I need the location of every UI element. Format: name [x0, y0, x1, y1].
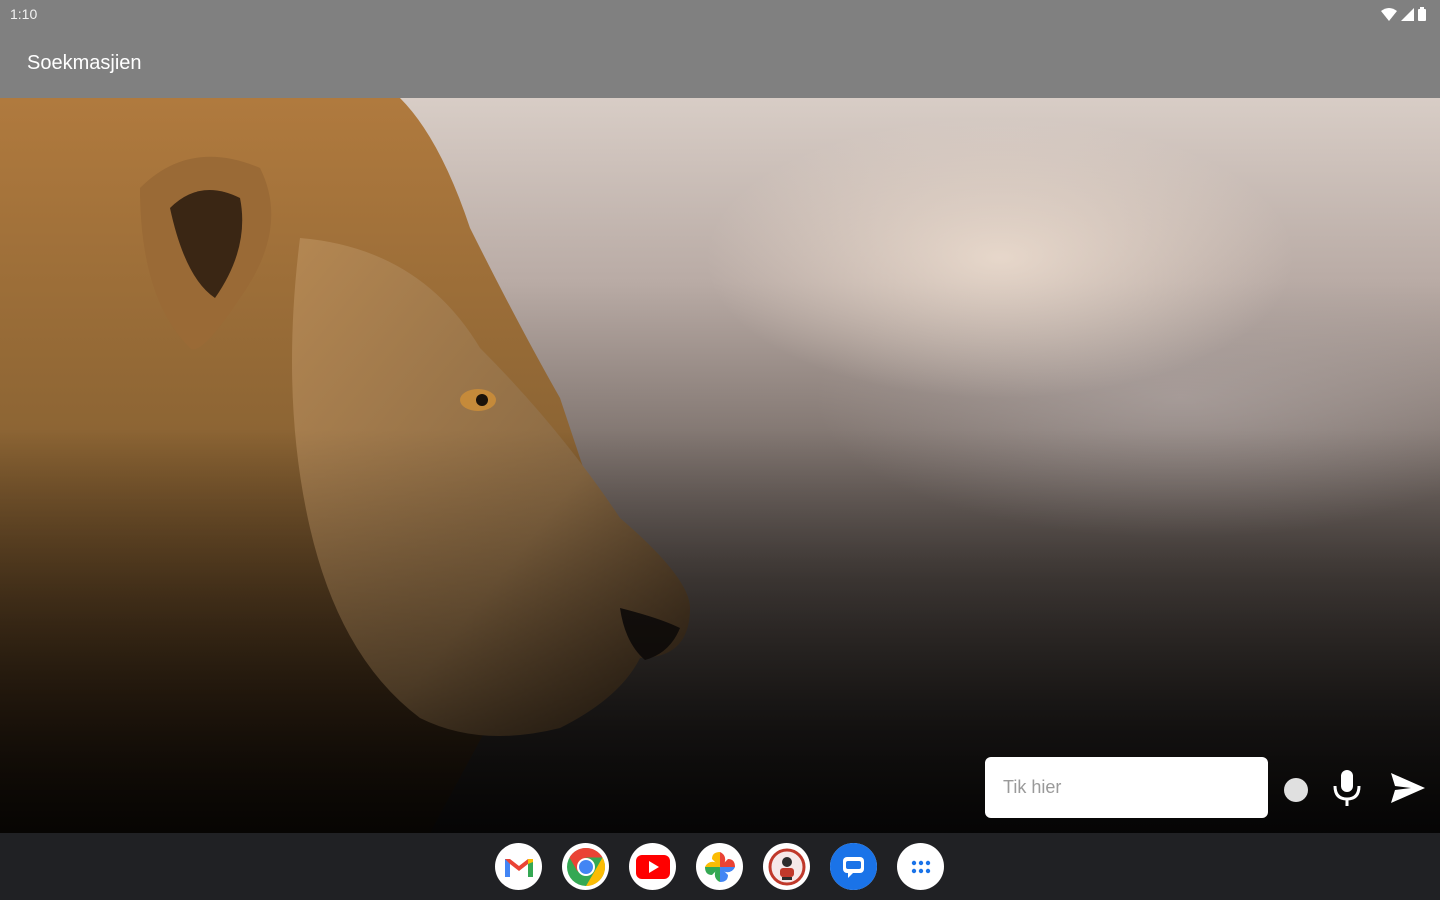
grid-dots-glyph	[911, 860, 930, 873]
search-input[interactable]	[985, 757, 1268, 818]
photos-glyph	[704, 851, 735, 882]
record-dot-icon[interactable]	[1284, 778, 1308, 802]
messages-glyph	[830, 843, 877, 890]
wifi-icon	[1381, 7, 1397, 21]
dock	[0, 833, 1440, 900]
status-icons	[1381, 7, 1426, 21]
microphone-icon[interactable]	[1330, 768, 1364, 808]
status-bar: 1:10	[0, 0, 1440, 28]
status-time: 1:10	[10, 6, 38, 22]
gmail-glyph	[504, 858, 533, 877]
send-icon[interactable]	[1389, 771, 1427, 805]
wallpaper-image	[0, 98, 1440, 833]
app-badge-icon[interactable]	[763, 843, 810, 890]
messages-icon[interactable]	[830, 843, 877, 890]
photos-icon[interactable]	[696, 843, 743, 890]
app-drawer-icon[interactable]	[897, 843, 944, 890]
battery-icon	[1418, 7, 1426, 21]
chrome-icon[interactable]	[562, 843, 609, 890]
app-bar: Soekmasjien	[0, 28, 1440, 98]
badge-glyph	[768, 848, 805, 885]
gmail-icon[interactable]	[495, 843, 542, 890]
chrome-glyph	[566, 847, 605, 886]
app-title: Soekmasjien	[27, 52, 142, 74]
wallpaper-shade	[0, 98, 1440, 833]
youtube-icon[interactable]	[629, 843, 676, 890]
youtube-glyph	[635, 854, 670, 879]
signal-icon	[1401, 7, 1414, 21]
